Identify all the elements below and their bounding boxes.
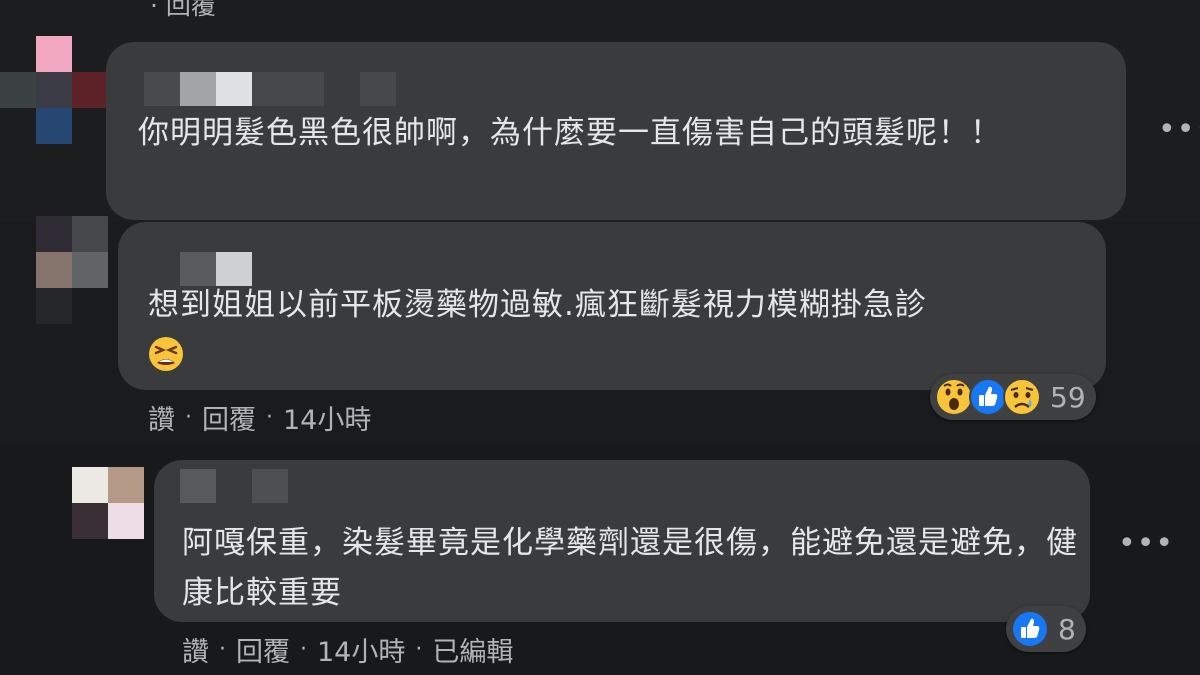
- author-name-blurred[interactable]: [144, 72, 396, 106]
- previous-comment-actions[interactable]: · 回覆: [150, 0, 216, 22]
- reaction-summary[interactable]: 59: [930, 374, 1096, 420]
- avatar[interactable]: [36, 216, 108, 324]
- like-icon: [1011, 610, 1049, 648]
- comment-thread: · 回覆 你明明髮色黑色很帥啊，為什麼要一直傷害自己的頭髮呢！！ ••• 想到姐…: [0, 0, 1200, 675]
- reply-link[interactable]: 回覆: [202, 398, 256, 437]
- reaction-count: 8: [1058, 612, 1076, 646]
- separator: ·: [300, 637, 307, 662]
- separator: ·: [185, 405, 192, 430]
- like-link[interactable]: 讚: [148, 398, 175, 437]
- reaction-count: 59: [1050, 380, 1086, 414]
- comment-actions: 讚 · 回覆 · 14小時 · 已編輯: [182, 630, 513, 669]
- more-options-icon[interactable]: •••: [1118, 526, 1174, 561]
- comment-actions: 讚 · 回覆 · 14小時: [148, 398, 371, 437]
- reaction-summary[interactable]: 8: [1006, 606, 1086, 652]
- edited-label[interactable]: 已編輯: [432, 630, 513, 669]
- tired-face-emoji: [149, 337, 183, 371]
- separator: ·: [415, 637, 423, 662]
- avatar[interactable]: [72, 467, 144, 539]
- separator: ·: [219, 637, 226, 662]
- comment-text: 想到姐姐以前平板燙藥物過敏.瘋狂斷髮視力模糊掛急診: [148, 287, 927, 323]
- reply-link[interactable]: 回覆: [236, 630, 290, 669]
- comment-text: 你明明髮色黑色很帥啊，為什麼要一直傷害自己的頭髮呢！！: [138, 115, 1002, 151]
- author-name-blurred[interactable]: [180, 469, 288, 503]
- comment-text: 阿嘎保重，染髮畢竟是化學藥劑還是很傷，能避免還是避免，健康比較重要: [182, 525, 1078, 611]
- like-link[interactable]: 讚: [182, 630, 209, 669]
- avatar[interactable]: [0, 36, 108, 144]
- more-options-icon[interactable]: •••: [1158, 112, 1200, 147]
- separator: ·: [266, 405, 273, 430]
- sad-emoji: [1003, 378, 1041, 416]
- timestamp[interactable]: 14小時: [283, 398, 371, 437]
- timestamp[interactable]: 14小時: [317, 630, 405, 669]
